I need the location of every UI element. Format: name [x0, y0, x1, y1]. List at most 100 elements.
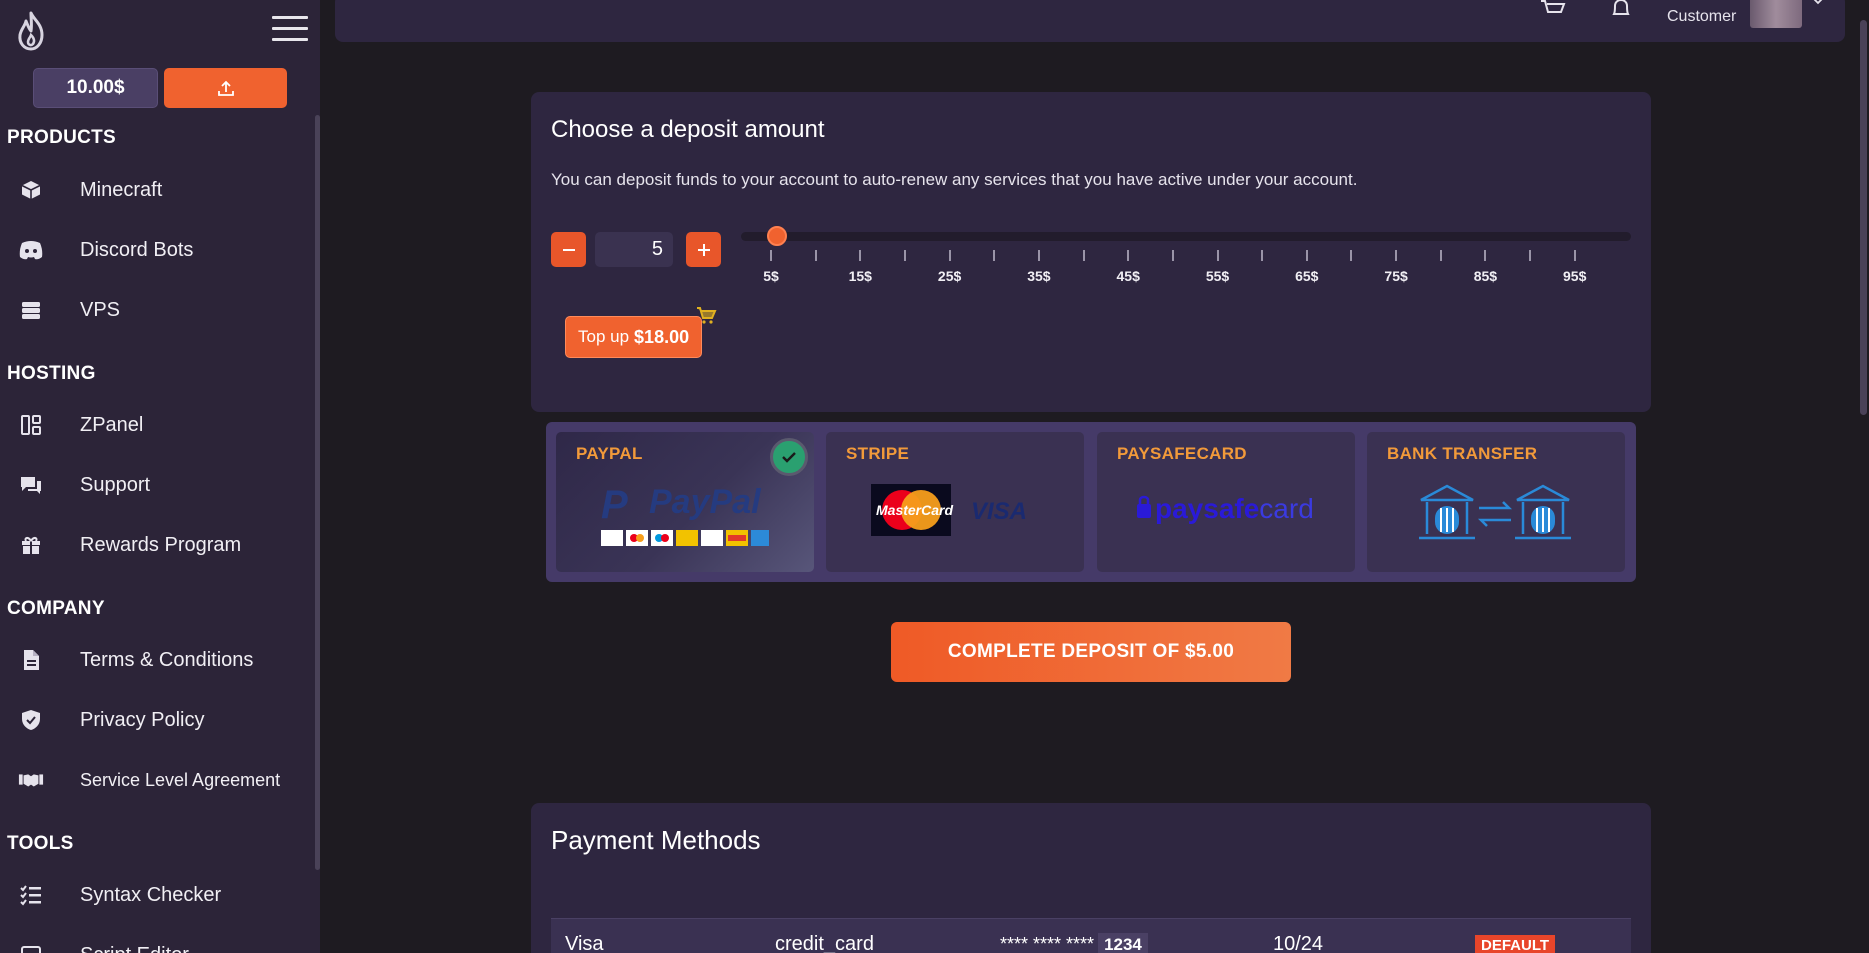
slider-tick [814, 250, 817, 261]
slider-tick [1484, 250, 1487, 261]
sidebar-item-sla[interactable]: Service Level Agreement [0, 758, 310, 802]
sidebar-item-label: Support [80, 473, 151, 496]
card-masked: **** **** **** [1000, 934, 1095, 953]
sidebar: 10.00$ PRODUCTS Minecraft Discord Bots V… [0, 0, 320, 953]
slider-tick [1439, 250, 1442, 261]
topup-suggestion-button[interactable]: Top up $18.00 [565, 316, 703, 358]
card-type: credit_card [775, 933, 874, 953]
code-editor-icon [18, 942, 44, 953]
slider-tick [993, 250, 996, 261]
bank-transfer-icon [1419, 484, 1571, 540]
complete-deposit-button[interactable]: COMPLETE DEPOSIT OF $5.00 [891, 622, 1291, 682]
sidebar-item-minecraft[interactable]: Minecraft [0, 168, 310, 212]
payment-option-paypal[interactable]: PAYPAL P PayPal [556, 432, 814, 572]
cart-icon[interactable] [1540, 0, 1566, 20]
upload-icon [217, 80, 234, 96]
slider-tick [1529, 250, 1532, 261]
document-icon [18, 647, 44, 673]
slider-tick-label: 65$ [1295, 268, 1319, 284]
amount-slider-track[interactable] [741, 232, 1631, 241]
mastercard-wordmark: MasterCard [876, 502, 953, 518]
card-brand: Visa [565, 933, 604, 953]
flame-logo-icon[interactable] [12, 10, 50, 52]
amount-slider-thumb[interactable] [767, 226, 787, 246]
sidebar-item-label: Rewards Program [80, 533, 242, 556]
slider-tick-label: 35$ [1027, 268, 1051, 284]
section-hosting: HOSTING [7, 363, 96, 384]
sidebar-item-label: Syntax Checker [80, 883, 222, 906]
card-last4: 1234 [1098, 933, 1148, 953]
checklist-icon [18, 882, 44, 908]
bell-icon[interactable] [1609, 0, 1633, 20]
payment-options: PAYPAL P PayPal STRIPE MasterCard VISA P… [546, 422, 1636, 582]
user-role-label: Customer [1667, 8, 1737, 25]
slider-tick-label: 45$ [1116, 268, 1140, 284]
slider-tick-label: 95$ [1563, 268, 1587, 284]
slider-tick-label: 75$ [1384, 268, 1408, 284]
deposit-description: You can deposit funds to your account to… [551, 170, 1358, 189]
sidebar-item-vps[interactable]: VPS [0, 288, 310, 332]
slider-tick-label: 5$ [763, 268, 779, 284]
sidebar-item-support[interactable]: Support [0, 463, 310, 507]
cube-icon [18, 177, 44, 203]
sidebar-item-terms[interactable]: Terms & Conditions [0, 638, 310, 682]
topup-amount: $18.00 [634, 326, 690, 347]
paypal-logo-icon: P PayPal [601, 483, 769, 546]
page-scrollbar[interactable] [1860, 20, 1867, 415]
amount-input[interactable] [595, 232, 673, 267]
sidebar-item-label: Minecraft [80, 178, 163, 201]
decrement-button[interactable] [551, 232, 586, 267]
gift-icon [18, 532, 44, 558]
section-company: COMPANY [7, 598, 105, 619]
slider-tick [1305, 250, 1308, 261]
card-wordmark: card [1259, 493, 1313, 524]
sidebar-item-label: ZPanel [80, 413, 144, 436]
payment-option-stripe[interactable]: STRIPE MasterCard VISA [826, 432, 1084, 572]
card-expiry: 10/24 [1273, 933, 1324, 953]
payment-option-bank-transfer[interactable]: BANK TRANSFER [1367, 432, 1625, 572]
deposit-card: Choose a deposit amount You can deposit … [531, 92, 1651, 412]
slider-tick-label: 25$ [937, 268, 962, 284]
slider-tick-label: 55$ [1205, 268, 1230, 284]
paypal-wordmark: PayPal [649, 483, 762, 521]
sidebar-item-label: Service Level Agreement [80, 769, 281, 790]
payment-option-paysafecard[interactable]: PAYSAFECARD paysafecard [1097, 432, 1355, 572]
slider-tick-label: 15$ [848, 268, 872, 284]
payment-option-label: PAYPAL [576, 444, 643, 463]
sidebar-scrollbar[interactable] [315, 115, 320, 870]
avatar[interactable] [1750, 0, 1802, 28]
sidebar-item-label: Script Editor [80, 944, 189, 953]
slider-tick [770, 250, 772, 261]
svg-text:paysafecard: paysafecard [1155, 493, 1314, 524]
menu-toggle-icon[interactable] [272, 16, 308, 44]
sidebar-item-label: VPS [80, 298, 121, 321]
paysafecard-logo-icon: paysafecard [1137, 493, 1314, 524]
chat-bubbles-icon [18, 472, 44, 498]
minus-icon [562, 248, 575, 251]
chevron-down-icon[interactable] [1811, 0, 1825, 6]
sidebar-item-syntax-checker[interactable]: Syntax Checker [0, 873, 310, 917]
payment-option-label: STRIPE [846, 444, 910, 463]
dashboard-layout-icon [18, 412, 44, 438]
sidebar-item-discord-bots[interactable]: Discord Bots [0, 228, 310, 272]
sidebar-item-rewards[interactable]: Rewards Program [0, 523, 310, 567]
table-row[interactable]: Visa credit_card **** **** **** 1234 10/2… [551, 918, 1631, 953]
increment-button[interactable] [686, 232, 721, 267]
sidebar-item-zpanel[interactable]: ZPanel [0, 403, 310, 447]
slider-tick [1395, 250, 1398, 261]
payment-option-label: BANK TRANSFER [1387, 444, 1538, 463]
slider-tick [1082, 250, 1085, 261]
sidebar-item-script-editor[interactable]: Script Editor [0, 933, 310, 953]
handshake-icon [18, 767, 44, 793]
cart-icon [697, 307, 717, 324]
slider-tick [859, 250, 862, 261]
payment-methods-card: Payment Methods Visa credit_card **** **… [531, 803, 1651, 953]
slider-tick [1127, 250, 1130, 261]
sidebar-item-privacy[interactable]: Privacy Policy [0, 698, 310, 742]
payment-methods-title: Payment Methods [551, 825, 761, 855]
payment-option-label: PAYSAFECARD [1117, 444, 1247, 463]
slider-tick [1261, 250, 1264, 261]
slider-tick [1171, 250, 1174, 261]
upload-funds-button[interactable] [164, 68, 287, 108]
sidebar-item-label: Discord Bots [80, 238, 194, 261]
